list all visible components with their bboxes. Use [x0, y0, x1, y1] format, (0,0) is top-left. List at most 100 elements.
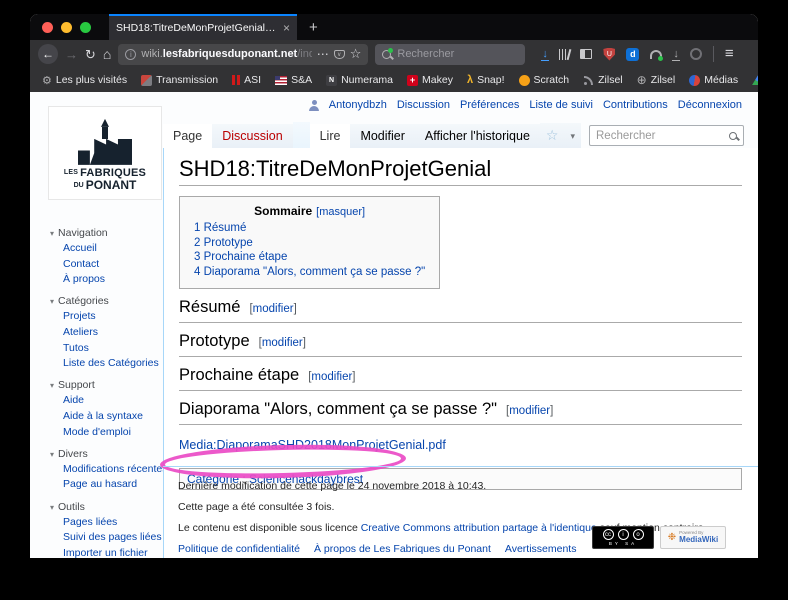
ublock-shield-icon[interactable]: U — [603, 48, 615, 61]
sidebar-item-contact[interactable]: Contact — [50, 258, 168, 271]
sidebar-view-icon[interactable] — [580, 49, 592, 59]
about-link[interactable]: À propos de Les Fabriques du Ponant — [314, 543, 491, 555]
personal-username-link[interactable]: Antonydbzh — [329, 99, 387, 111]
bookmark-makey[interactable]: Makey — [407, 74, 453, 86]
edit-link[interactable]: [modifier] — [506, 405, 553, 417]
tab-close-icon[interactable] — [283, 19, 290, 37]
wiki-search-input[interactable] — [596, 130, 729, 142]
bookmark-snap[interactable]: Snap! — [467, 74, 505, 86]
bookmark-drive[interactable]: Drive — [752, 74, 758, 86]
tab-discussion[interactable]: Discussion — [212, 124, 292, 148]
cc-by-sa-badge[interactable]: cc i o BY SA — [592, 526, 654, 549]
sidebar-heading-categories[interactable]: Catégories — [50, 295, 168, 307]
download-alt-icon[interactable] — [673, 48, 679, 60]
tab-page[interactable]: Page — [163, 124, 212, 148]
bookmark-medias[interactable]: Médias — [689, 74, 738, 86]
browser-tab-bar: SHD18:TitreDeMonProjetGenial - Le — [30, 14, 758, 40]
license-link[interactable]: Creative Commons attribution partage à l… — [361, 522, 597, 534]
download-icon[interactable] — [542, 48, 548, 60]
reload-button[interactable] — [85, 48, 96, 61]
toc-item-prototype[interactable]: 2 Prototype — [194, 237, 425, 249]
extension-icons: U d — [542, 45, 733, 63]
sidebar-item-page-hasard[interactable]: Page au hasard — [50, 478, 168, 491]
sidebar-item-liste-categories[interactable]: Liste des Catégories — [50, 357, 168, 370]
tab-lire[interactable]: Lire — [310, 124, 351, 148]
sidebar-item-importer[interactable]: Importer un fichier — [50, 547, 168, 558]
cc-icon: cc — [603, 529, 614, 540]
sidebar-heading-divers[interactable]: Divers — [50, 448, 168, 460]
last-modified-text: Dernière modification de cette page le 2… — [178, 480, 742, 492]
browser-search-placeholder: Rechercher — [397, 48, 454, 60]
toc-toggle-link[interactable]: [masquer] — [316, 206, 365, 218]
personal-discussion-link[interactable]: Discussion — [397, 99, 450, 111]
sidebar-item-apropos[interactable]: À propos — [50, 273, 168, 286]
globe-icon — [637, 73, 647, 87]
close-window-button[interactable] — [42, 22, 53, 33]
home-button[interactable] — [103, 47, 111, 61]
back-button[interactable] — [38, 44, 58, 64]
personal-logout-link[interactable]: Déconnexion — [678, 99, 742, 111]
bookmark-transmission[interactable]: Transmission — [141, 74, 218, 86]
sidebar-heading-navigation[interactable]: Navigation — [50, 227, 168, 239]
view-count-text: Cette page a été consultée 3 fois. — [178, 501, 742, 513]
bookmark-sa[interactable]: S&A — [275, 74, 312, 86]
account-circle-icon[interactable] — [690, 48, 702, 60]
headset-icon[interactable] — [650, 50, 662, 59]
browser-search-box[interactable]: Rechercher — [375, 44, 525, 65]
sidebar-item-aide-syntaxe[interactable]: Aide à la syntaxe — [50, 410, 168, 423]
media-pdf-link[interactable]: Media:DiaporamaSHD2018MonProjetGenial.pd… — [179, 438, 446, 452]
toc-item-resume[interactable]: 1 Résumé — [194, 222, 425, 234]
sidebar-item-mode-emploi[interactable]: Mode d'emploi — [50, 426, 168, 439]
gear-icon — [42, 74, 52, 87]
bookmark-zilsel-rss[interactable]: Zilsel — [583, 74, 623, 86]
toc-item-prochaine-etape[interactable]: 3 Prochaine étape — [194, 251, 425, 263]
bookmark-most-visited[interactable]: Les plus visités — [42, 74, 127, 87]
sidebar-item-modifs-recentes[interactable]: Modifications récentes — [50, 463, 168, 476]
pocket-icon[interactable] — [334, 50, 345, 59]
sidebar-item-ateliers[interactable]: Ateliers — [50, 326, 168, 339]
bookmark-zilsel-web[interactable]: Zilsel — [637, 73, 676, 87]
sidebar-heading-outils[interactable]: Outils — [50, 501, 168, 513]
mediawiki-badge[interactable]: ❉ Powered By MediaWiki — [660, 526, 726, 549]
tab-historique[interactable]: Afficher l'historique — [415, 124, 540, 148]
browser-tab[interactable]: SHD18:TitreDeMonProjetGenial - Le — [109, 14, 297, 40]
personal-watchlist-link[interactable]: Liste de suivi — [529, 99, 593, 111]
sidebar-item-suivi-pages[interactable]: Suivi des pages liées — [50, 531, 168, 544]
wiki-logo[interactable]: LESFABRIQUES DUPONANT — [48, 106, 162, 200]
toc-item-diaporama[interactable]: 4 Diaporama "Alors, comment ça se passe … — [194, 266, 425, 278]
edit-link[interactable]: [modifier] — [259, 337, 306, 349]
sidebar-item-projets[interactable]: Projets — [50, 310, 168, 323]
edit-link[interactable]: [modifier] — [249, 303, 296, 315]
watch-button[interactable] — [540, 123, 565, 148]
page-actions-icon[interactable] — [317, 45, 329, 63]
bookmark-scratch[interactable]: Scratch — [519, 74, 570, 86]
search-icon — [382, 50, 391, 59]
zoom-window-button[interactable] — [80, 22, 91, 33]
sidebar-item-aide[interactable]: Aide — [50, 394, 168, 407]
search-magnifier-icon[interactable] — [729, 132, 737, 140]
more-actions-button[interactable] — [564, 123, 581, 148]
new-tab-button[interactable] — [297, 14, 330, 40]
sidebar-item-pages-liees[interactable]: Pages liées — [50, 516, 168, 529]
sidebar-item-accueil[interactable]: Accueil — [50, 242, 168, 255]
disclaimers-link[interactable]: Avertissements — [505, 543, 577, 555]
minimize-window-button[interactable] — [61, 22, 72, 33]
sidebar-item-tutos[interactable]: Tutos — [50, 342, 168, 355]
makey-icon — [407, 75, 418, 86]
privacy-policy-link[interactable]: Politique de confidentialité — [178, 543, 300, 555]
menu-hamburger-icon[interactable] — [725, 45, 734, 63]
bookmark-star-icon[interactable] — [350, 45, 362, 63]
library-icon[interactable] — [559, 49, 570, 60]
personal-preferences-link[interactable]: Préférences — [460, 99, 519, 111]
forward-button[interactable] — [65, 48, 78, 61]
personal-contributions-link[interactable]: Contributions — [603, 99, 668, 111]
bookmark-numerama[interactable]: NNumerama — [326, 74, 393, 86]
sidebar-heading-support[interactable]: Support — [50, 379, 168, 391]
wiki-search-box — [589, 125, 744, 146]
tab-modifier[interactable]: Modifier — [350, 124, 414, 148]
url-bar[interactable]: i wiki.lesfabriquesduponant.net/index — [118, 44, 368, 65]
bookmark-asi[interactable]: ASI — [232, 74, 261, 86]
dashlane-icon[interactable]: d — [626, 48, 639, 61]
site-info-icon[interactable]: i — [125, 49, 136, 60]
edit-link[interactable]: [modifier] — [308, 371, 355, 383]
